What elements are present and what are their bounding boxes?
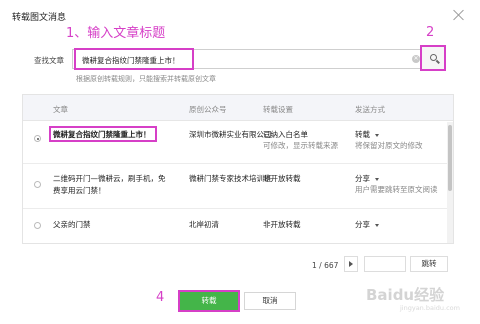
row-radio-selected[interactable] (34, 135, 41, 142)
dialog-title: 转载图文消息 (12, 13, 67, 23)
row-send: 分享 (355, 174, 370, 183)
page-indicator: 1 / 667 (312, 261, 339, 270)
page-jump-input[interactable] (364, 256, 406, 272)
chevron-down-icon (375, 177, 379, 181)
row-send-note: 将保留对原文的修改 (355, 141, 423, 150)
row-account: 北岸初清 (189, 220, 219, 229)
header-setting: 转载设置 (263, 105, 293, 114)
row-account: 微耕门禁专家技术培训班 (189, 174, 272, 183)
table-row[interactable]: 二维码开门—微耕云，刷手机，免费享用云门禁！ 微耕门禁专家技术培训班 非开放转载… (23, 165, 453, 209)
row-send-note: 用户需要跳转至原文阅读 (355, 185, 438, 194)
cancel-button[interactable]: 取消 (244, 292, 296, 310)
row-setting: 非开放转载 (263, 174, 301, 183)
search-icon-handle (436, 59, 440, 64)
chevron-down-icon (375, 133, 379, 137)
next-page-button[interactable] (344, 256, 358, 272)
row-send: 分享 (355, 220, 370, 229)
row-title: 二维码开门—微耕云，刷手机，免费享用云门禁！ (53, 174, 166, 195)
send-button[interactable]: 转载 (178, 290, 240, 312)
row-title: 父亲的门禁 (53, 220, 91, 229)
scrollbar-thumb[interactable] (448, 125, 452, 191)
table-row[interactable]: 微耕复合指纹门禁隆重上市！ 深圳市微耕实业有限公司 已纳入白名单 可修改，显示转… (23, 122, 453, 164)
row-setting-note: 可修改，显示转载来源 (263, 141, 338, 150)
page-jump-button[interactable]: 跳转 (410, 256, 448, 272)
row-send-select[interactable]: 分享 (355, 219, 379, 231)
annotation-step-4: 4 (156, 290, 165, 305)
header-account: 原创公众号 (189, 105, 227, 114)
search-button[interactable] (420, 45, 446, 71)
clear-icon[interactable]: ✕ (412, 55, 420, 63)
watermark-url: jingyan.baidu.com (400, 304, 460, 312)
watermark-logo: Baidu经验 (366, 286, 445, 304)
search-input-value: 微耕复合指纹门禁隆重上市！ (82, 56, 180, 65)
search-hint: 根据原创转载规则，只能搜索并转载原创文章 (76, 75, 216, 83)
chevron-down-icon (375, 223, 379, 227)
row-account: 深圳市微耕实业有限公司 (189, 130, 272, 139)
annotation-step-1: 1、输入文章标题 (66, 26, 166, 41)
close-icon[interactable] (452, 8, 466, 22)
row-title: 微耕复合指纹门禁隆重上市！ (53, 130, 151, 139)
header-send: 发送方式 (355, 105, 385, 114)
article-table: 文章 原创公众号 转载设置 发送方式 微耕复合指纹门禁隆重上市！ 深圳市微耕实业… (22, 94, 454, 244)
row-setting: 非开放转载 (263, 220, 301, 229)
row-send: 转载 (355, 130, 370, 139)
table-header: 文章 原创公众号 转载设置 发送方式 (23, 95, 453, 121)
table-row[interactable]: 父亲的门禁 北岸初清 非开放转载 分享 (23, 210, 453, 243)
search-label: 查找文章 (34, 56, 64, 65)
chevron-right-icon (349, 261, 353, 267)
row-radio[interactable] (34, 222, 41, 229)
row-radio[interactable] (34, 181, 41, 188)
annotation-step-2: 2 (426, 25, 435, 40)
header-article: 文章 (53, 105, 68, 114)
